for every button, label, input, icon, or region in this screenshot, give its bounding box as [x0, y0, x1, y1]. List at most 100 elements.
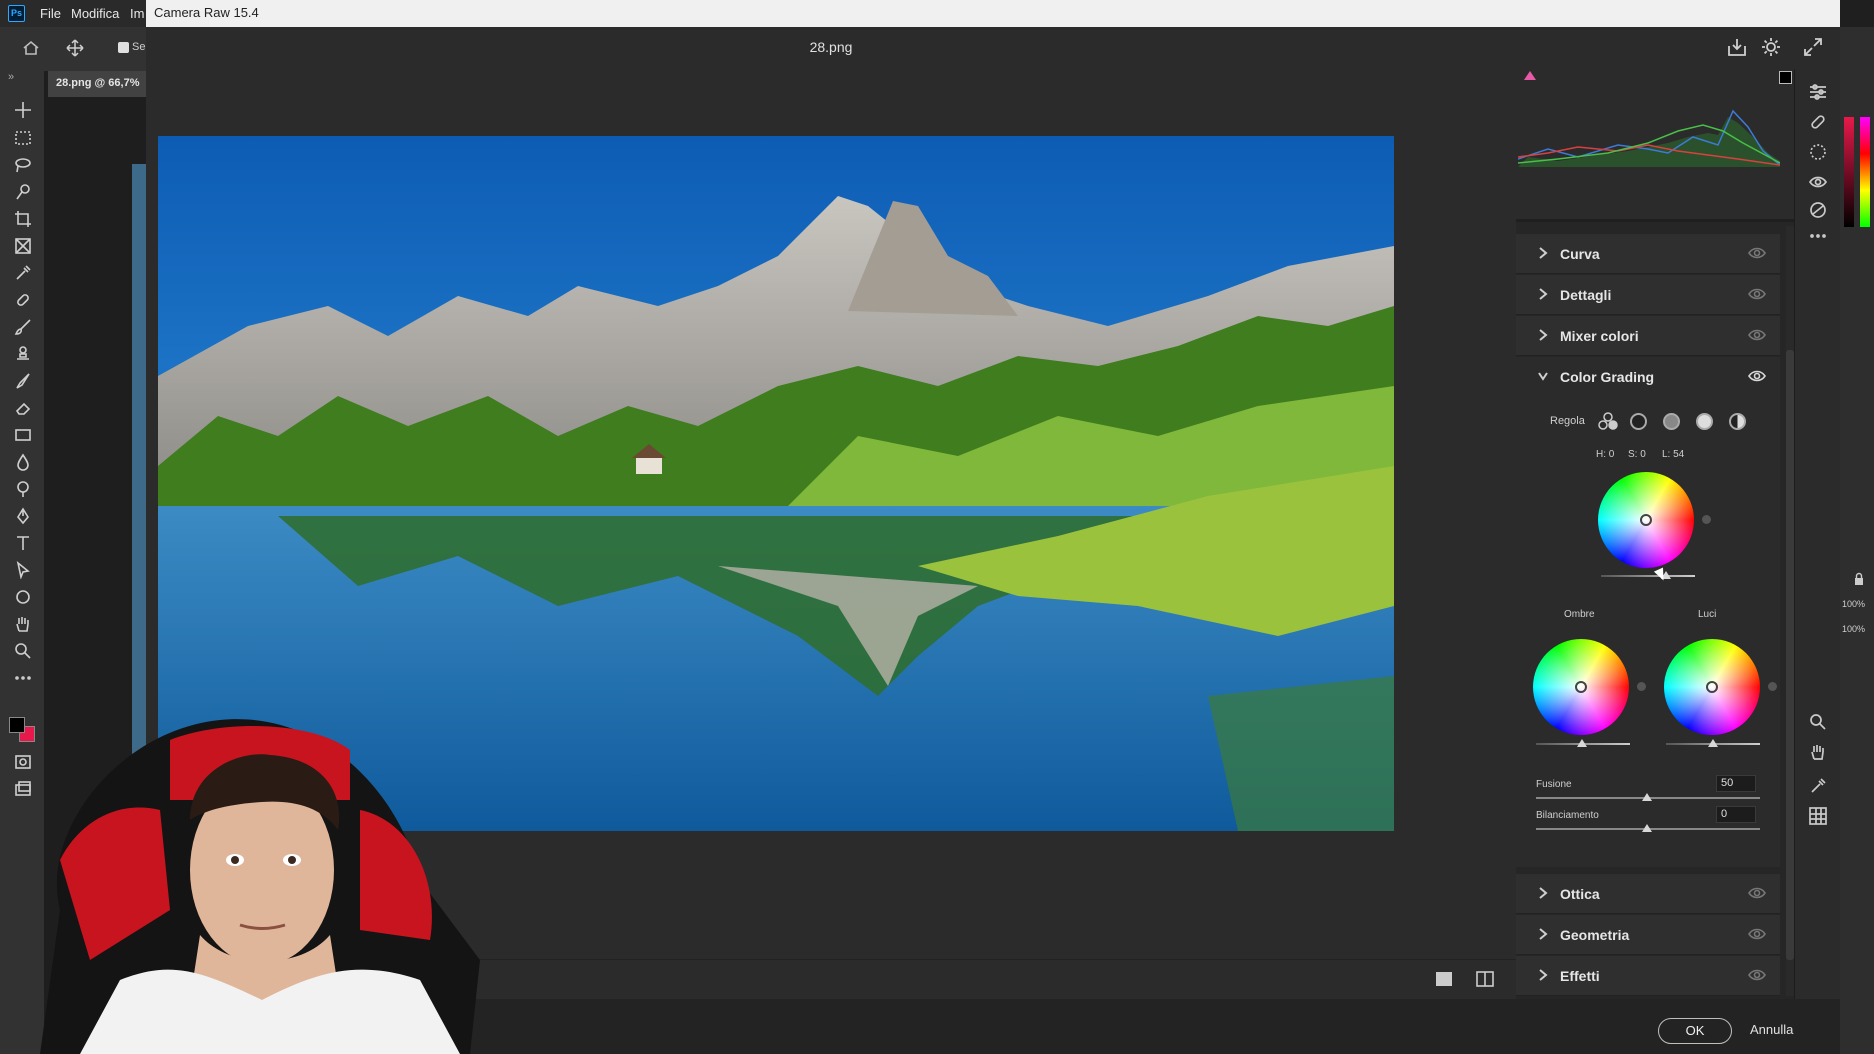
chevron-right-icon: [1538, 968, 1548, 982]
camera-raw-header: 28.png: [146, 27, 1840, 69]
eye-icon[interactable]: [1748, 369, 1768, 383]
histogram-panel: [1516, 69, 1794, 219]
cancel-button[interactable]: Annulla: [1750, 1022, 1793, 1037]
fullscreen-icon[interactable]: [1802, 36, 1826, 60]
highlights-wheel-handle[interactable]: [1706, 681, 1718, 693]
section-label: Geometria: [1560, 927, 1630, 943]
edit-sliders-icon[interactable]: [1805, 79, 1831, 105]
section-effetti[interactable]: Effetti: [1516, 956, 1780, 996]
auto-select-checkbox[interactable]: [118, 42, 129, 53]
healing-icon[interactable]: [1805, 109, 1831, 135]
blend-value-field[interactable]: 50: [1716, 775, 1756, 792]
three-way-view-icon[interactable]: [1598, 411, 1618, 431]
shadows-hue-dot[interactable]: [1637, 682, 1646, 691]
shadows-view-icon[interactable]: [1630, 413, 1647, 430]
move-tool-option-icon[interactable]: [66, 39, 86, 59]
hand-icon[interactable]: [1805, 739, 1831, 765]
highlights-label: Luci: [1698, 609, 1717, 620]
brush-tool-icon[interactable]: [12, 316, 34, 338]
foreground-color-swatch[interactable]: [9, 717, 25, 733]
menu-image[interactable]: Im: [130, 6, 144, 21]
clone-stamp-tool-icon[interactable]: [12, 343, 34, 365]
shadows-wheel-handle[interactable]: [1575, 681, 1587, 693]
masking-icon[interactable]: [1805, 139, 1831, 165]
highlight-clipping-warning-icon[interactable]: [1779, 71, 1792, 84]
red-eye-icon[interactable]: [1805, 169, 1831, 195]
document-tab[interactable]: 28.png @ 66,7%: [48, 71, 148, 97]
balance-slider-thumb[interactable]: [1642, 824, 1652, 832]
lock-icon[interactable]: [1852, 572, 1866, 586]
blur-tool-icon[interactable]: [12, 451, 34, 473]
opacity-value[interactable]: 100%: [1842, 599, 1865, 609]
section-label: Dettagli: [1560, 287, 1612, 303]
eye-icon[interactable]: [1748, 927, 1768, 941]
section-color-grading[interactable]: Color Grading: [1516, 357, 1780, 397]
shadows-luminance-thumb[interactable]: [1577, 739, 1587, 747]
shape-tool-icon[interactable]: [12, 586, 34, 608]
crop-tool-icon[interactable]: [12, 208, 34, 230]
photoshop-logo: Ps: [8, 5, 25, 22]
frame-tool-icon[interactable]: [12, 235, 34, 257]
panel-scrollbar-thumb[interactable]: [1786, 350, 1794, 960]
section-label: Curva: [1560, 246, 1600, 262]
before-after-icon[interactable]: [1476, 970, 1494, 988]
highlights-hue-dot[interactable]: [1768, 682, 1777, 691]
presets-icon[interactable]: [1805, 197, 1831, 223]
menu-file[interactable]: File: [40, 6, 61, 21]
hue-readout: H: 0: [1596, 449, 1615, 460]
midtones-view-icon[interactable]: [1663, 413, 1680, 430]
section-dettagli[interactable]: Dettagli: [1516, 275, 1780, 315]
eye-icon[interactable]: [1748, 968, 1768, 982]
midtones-wheel-handle[interactable]: [1640, 514, 1652, 526]
saturation-readout: S: 0: [1628, 449, 1646, 460]
camera-raw-title: Camera Raw 15.4: [154, 5, 259, 20]
eye-icon[interactable]: [1748, 246, 1768, 260]
section-mixer-colori[interactable]: Mixer colori: [1516, 316, 1780, 356]
highlights-view-icon[interactable]: [1696, 413, 1713, 430]
eye-icon[interactable]: [1748, 287, 1768, 301]
pen-tool-icon[interactable]: [12, 505, 34, 527]
move-tool-icon[interactable]: [12, 99, 34, 121]
settings-gear-icon[interactable]: [1760, 36, 1784, 60]
section-geometria[interactable]: Geometria: [1516, 915, 1780, 955]
healing-brush-tool-icon[interactable]: [12, 289, 34, 311]
midtones-hue-dot[interactable]: [1702, 515, 1711, 524]
eraser-tool-icon[interactable]: [12, 397, 34, 419]
grid-icon[interactable]: [1805, 803, 1831, 829]
blend-slider-thumb[interactable]: [1642, 793, 1652, 801]
global-view-icon[interactable]: [1729, 413, 1746, 430]
midtones-luminance-track[interactable]: [1601, 575, 1695, 577]
eyedropper-tool-icon[interactable]: [12, 262, 34, 284]
home-icon[interactable]: [22, 39, 42, 59]
lasso-tool-icon[interactable]: [12, 154, 34, 176]
toolbar-collapse-icon[interactable]: »: [8, 71, 14, 83]
section-curva[interactable]: Curva: [1516, 234, 1780, 274]
chevron-right-icon: [1538, 246, 1548, 260]
section-ottica[interactable]: Ottica: [1516, 874, 1780, 914]
histogram-chart: [1518, 109, 1780, 167]
gradient-tool-icon[interactable]: [12, 424, 34, 446]
zoom-icon[interactable]: [1805, 709, 1831, 735]
quick-select-tool-icon[interactable]: [12, 181, 34, 203]
single-view-icon[interactable]: [1436, 972, 1452, 986]
shadow-clipping-warning-icon[interactable]: [1524, 71, 1536, 80]
highlights-luminance-thumb[interactable]: [1708, 739, 1718, 747]
balance-value-field[interactable]: 0: [1716, 806, 1756, 823]
menu-modifica[interactable]: Modifica: [71, 6, 119, 21]
zoom-tool-icon[interactable]: [12, 640, 34, 662]
type-tool-icon[interactable]: [12, 532, 34, 554]
eye-icon[interactable]: [1748, 328, 1768, 342]
marquee-tool-icon[interactable]: [12, 127, 34, 149]
dodge-tool-icon[interactable]: [12, 478, 34, 500]
fill-value[interactable]: 100%: [1842, 624, 1865, 634]
path-select-tool-icon[interactable]: [12, 559, 34, 581]
history-brush-tool-icon[interactable]: [12, 370, 34, 392]
hand-tool-icon[interactable]: [12, 613, 34, 635]
sampler-icon[interactable]: [1805, 773, 1831, 799]
eye-icon[interactable]: [1748, 886, 1768, 900]
save-icon[interactable]: [1726, 36, 1750, 60]
ok-button[interactable]: OK: [1658, 1018, 1732, 1044]
filename-label: 28.png: [809, 39, 853, 55]
more-options-icon[interactable]: [1805, 223, 1831, 249]
more-tools-icon[interactable]: [12, 667, 34, 689]
